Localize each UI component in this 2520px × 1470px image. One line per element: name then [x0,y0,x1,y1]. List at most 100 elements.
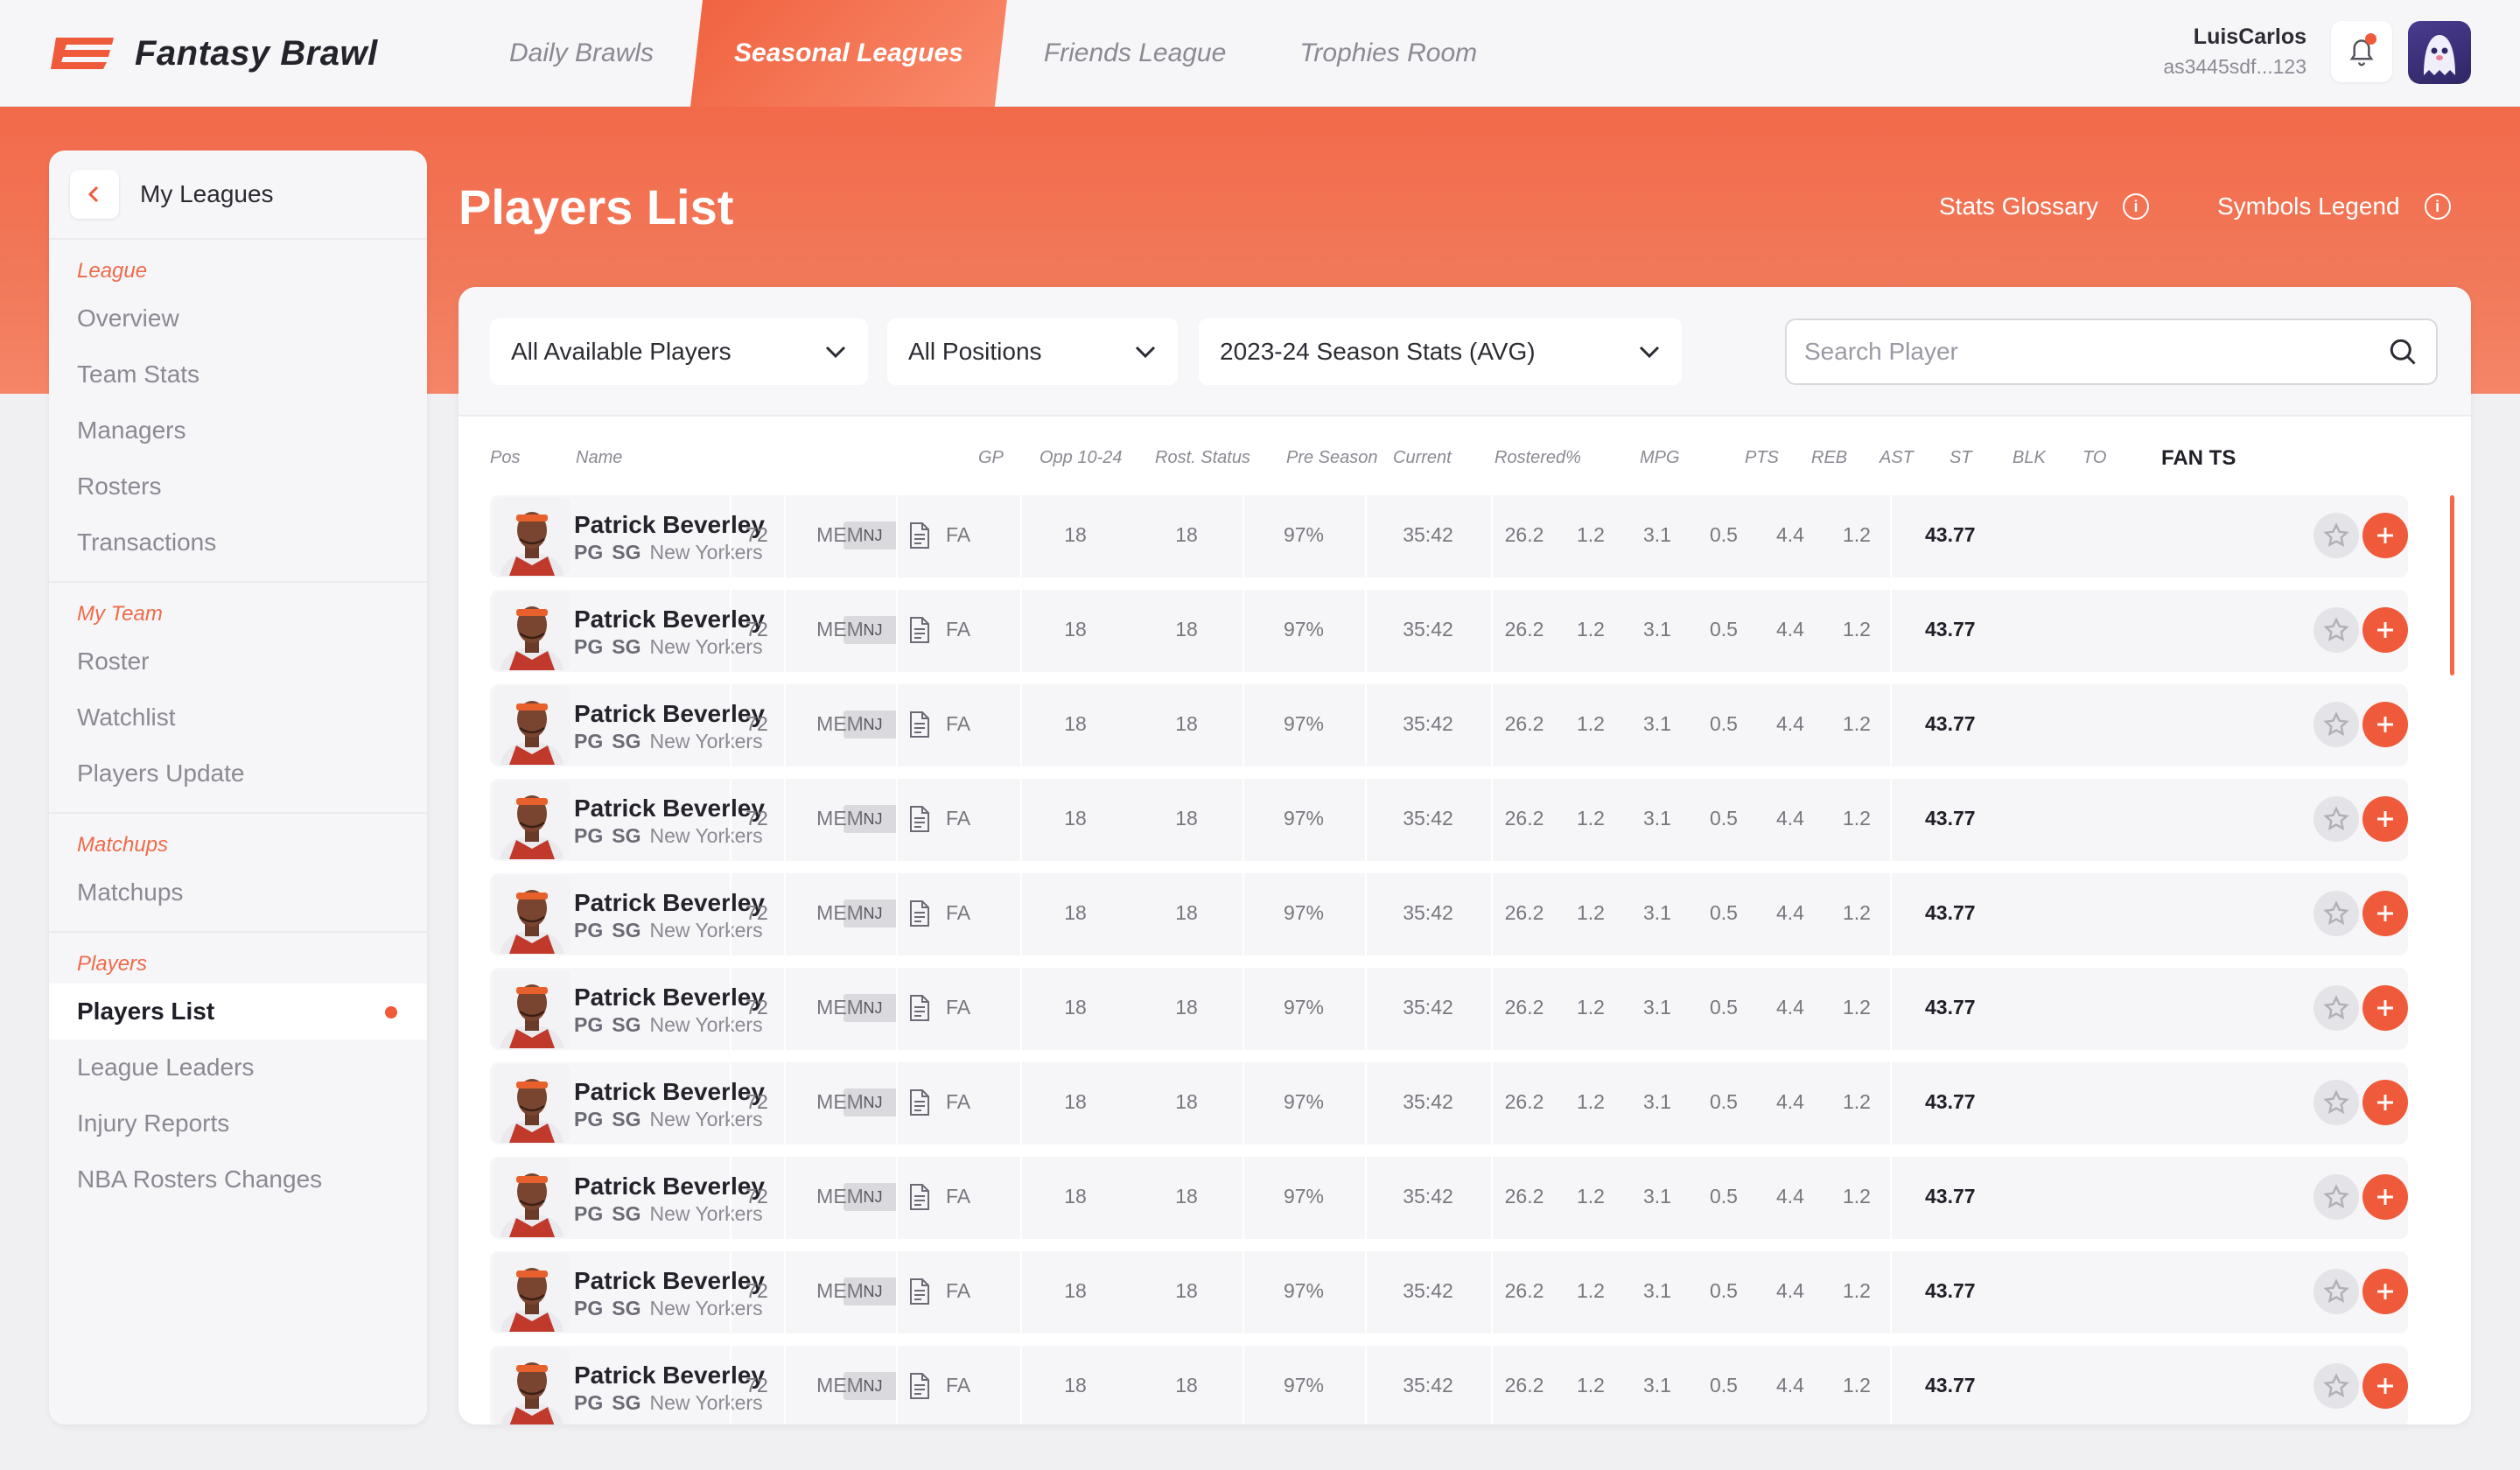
table-row[interactable]: Patrick Beverley PG SG New Yorkers INJ 72 MEM F… [490,1251,2408,1334]
tab-daily-brawls[interactable]: Daily Brawls [472,0,690,107]
sidebar-item-rosters[interactable]: Rosters [49,458,427,514]
tab-seasonal-leagues[interactable]: Seasonal Leagues [690,0,1007,107]
watchlist-button[interactable] [2314,1269,2359,1314]
col-to[interactable]: TO [2082,448,2106,468]
add-player-button[interactable] [2362,1080,2408,1125]
col-mpg[interactable]: MPG [1640,448,1680,468]
add-player-button[interactable] [2362,1174,2408,1220]
cell-fan-ts: 43.77 [1925,1374,1976,1396]
player-photo[interactable] [494,592,570,670]
watchlist-button[interactable] [2314,891,2359,936]
user-info[interactable]: LuisCarlos as3445sdf...123 [2163,24,2306,79]
cell-st: 0.5 [1710,1185,1738,1208]
col-rostered[interactable]: Rostered% [1494,448,1581,468]
sidebar-item-league-leaders[interactable]: League Leaders [49,1040,427,1096]
table-row[interactable]: Patrick Beverley PG SG New Yorkers INJ 72 MEM F… [490,1157,2408,1239]
player-photo[interactable] [494,497,570,576]
table-row[interactable]: Patrick Beverley PG SG New Yorkers INJ 72 MEM F… [490,1346,2408,1424]
table-row[interactable]: Patrick Beverley PG SG New Yorkers INJ 72 MEM F… [490,590,2408,672]
add-player-button[interactable] [2362,891,2408,936]
table-row[interactable]: Patrick Beverley PG SG New Yorkers INJ 72 MEM F… [490,1062,2408,1144]
sidebar-item-matchups[interactable]: Matchups [49,864,427,920]
watchlist-button[interactable] [2314,702,2359,747]
symbols-legend-link[interactable]: Symbols Legend i [2217,192,2451,220]
add-player-button[interactable] [2362,1269,2408,1314]
sidebar-item-managers[interactable]: Managers [49,402,427,458]
chevron-down-icon [1639,346,1660,359]
player-photo[interactable] [494,1064,570,1143]
col-blk[interactable]: BLK [2012,448,2046,468]
watchlist-button[interactable] [2314,1080,2359,1125]
table-row[interactable]: Patrick Beverley PG SG New Yorkers INJ 72 MEM F… [490,873,2408,956]
player-photo[interactable] [494,780,570,859]
col-reb[interactable]: REB [1811,448,1847,468]
sidebar: My Leagues League Overview Team Stats Ma… [49,150,427,1424]
table-row[interactable]: Patrick Beverley PG SG New Yorkers INJ 72 MEM F… [490,779,2408,861]
app-logo[interactable]: Fantasy Brawl [49,34,378,73]
col-rost-status[interactable]: Rost. Status [1155,448,1250,468]
player-photo[interactable] [494,875,570,954]
search-input[interactable] [1804,338,2329,366]
col-fan-ts[interactable]: FAN TS [2161,446,2236,471]
cell-pts: 26.2 [1504,1374,1544,1396]
search-icon[interactable] [2387,336,2418,368]
sidebar-item-transactions[interactable]: Transactions [49,514,427,570]
cell-rost: FA [945,1185,971,1208]
table-scrollbar[interactable] [2450,495,2454,676]
player-photo[interactable] [494,1253,570,1332]
sidebar-item-players-list[interactable]: Players List [49,984,427,1040]
cell-pre: 18 [1064,807,1087,830]
sidebar-item-watchlist[interactable]: Watchlist [49,690,427,746]
col-opp[interactable]: Opp 10-24 [1040,448,1123,468]
sidebar-item-team-stats[interactable]: Team Stats [49,346,427,402]
player-photo[interactable] [494,1348,570,1424]
col-pre-season[interactable]: Pre Season [1286,448,1378,468]
table-row[interactable]: Patrick Beverley PG SG New Yorkers INJ 72 MEM F… [490,684,2408,766]
col-st[interactable]: ST [1950,448,1972,468]
avatar[interactable] [2408,21,2471,84]
watchlist-button[interactable] [2314,985,2359,1031]
table-row[interactable]: Patrick Beverley PG SG New Yorkers INJ 72 MEM F… [490,495,2408,578]
logo-mark-icon [49,36,119,71]
player-photo[interactable] [494,686,570,765]
watchlist-button[interactable] [2314,1174,2359,1220]
add-player-button[interactable] [2362,796,2408,842]
positions-dropdown[interactable]: All Positions [887,318,1178,385]
sidebar-item-injury-reports[interactable]: Injury Reports [49,1096,427,1152]
sidebar-item-roster[interactable]: Roster [49,634,427,690]
player-position: PG [574,824,604,847]
add-player-button[interactable] [2362,513,2408,558]
notifications-button[interactable] [2331,21,2392,82]
col-gp[interactable]: GP [978,448,1004,468]
watchlist-button[interactable] [2314,796,2359,842]
watchlist-button[interactable] [2314,1363,2359,1409]
cell-fan-ts: 43.77 [1925,901,1976,924]
col-pos[interactable]: Pos [490,448,520,468]
col-current[interactable]: Current [1393,448,1452,468]
back-button[interactable] [70,170,119,219]
watchlist-button[interactable] [2314,513,2359,558]
cell-blk: 4.4 [1776,1279,1804,1302]
season-stats-dropdown[interactable]: 2023-24 Season Stats (AVG) [1199,318,1682,385]
player-photo[interactable] [494,1158,570,1237]
player-photo[interactable] [494,970,570,1048]
add-player-button[interactable] [2362,702,2408,747]
col-name[interactable]: Name [576,448,622,468]
col-pts[interactable]: PTS [1745,448,1779,468]
table-row[interactable]: Patrick Beverley PG SG New Yorkers INJ 72 MEM F… [490,968,2408,1050]
watchlist-button[interactable] [2314,607,2359,653]
add-player-button[interactable] [2362,1363,2408,1409]
stats-glossary-link[interactable]: Stats Glossary i [1939,192,2150,220]
sidebar-item-nba-rosters-changes[interactable]: NBA Rosters Changes [49,1152,427,1208]
cell-to: 1.2 [1843,1279,1871,1302]
tab-friends-league[interactable]: Friends League [1007,0,1263,107]
sidebar-item-overview[interactable]: Overview [49,290,427,346]
availability-dropdown[interactable]: All Available Players [490,318,868,385]
plus-icon [2377,1378,2393,1394]
stats-glossary-label: Stats Glossary [1939,192,2099,220]
sidebar-item-players-update[interactable]: Players Update [49,746,427,802]
col-ast[interactable]: AST [1880,448,1914,468]
add-player-button[interactable] [2362,607,2408,653]
tab-trophies-room[interactable]: Trophies Room [1263,0,1514,107]
add-player-button[interactable] [2362,985,2408,1031]
